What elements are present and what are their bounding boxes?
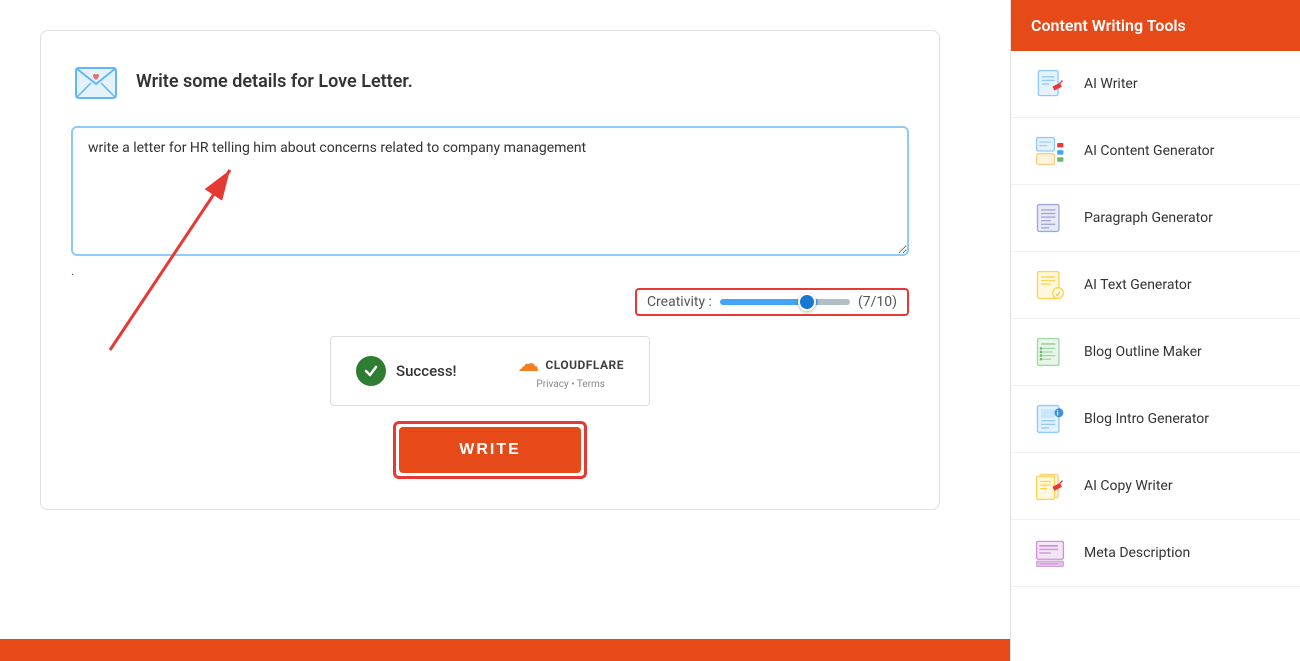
- cloudflare-logo: ☁ CLOUDFLARE: [517, 352, 624, 377]
- cloudflare-cloud-icon: ☁: [517, 352, 539, 377]
- captcha-box: Success! ☁ CLOUDFLARE Privacy • Terms: [330, 336, 650, 406]
- success-text: Success!: [396, 362, 457, 380]
- cf-separator: •: [571, 379, 574, 390]
- sidebar-item-blog-intro-generator[interactable]: i Blog Intro Generator: [1011, 386, 1300, 453]
- dot-label: .: [71, 264, 909, 278]
- sidebar-item-label-ai-text-generator: AI Text Generator: [1084, 277, 1192, 293]
- captcha-row: Success! ☁ CLOUDFLARE Privacy • Terms: [71, 336, 909, 406]
- write-button[interactable]: WRITE: [399, 427, 581, 473]
- main-content: Write some details for Love Letter. writ…: [0, 0, 1010, 661]
- sidebar-item-label-ai-copy-writer: AI Copy Writer: [1084, 478, 1173, 494]
- sidebar-item-ai-copy-writer[interactable]: AI Copy Writer: [1011, 453, 1300, 520]
- write-button-wrapper: WRITE: [393, 421, 587, 479]
- creativity-row: Creativity : (7/10): [71, 288, 909, 316]
- write-button-row: WRITE: [71, 421, 909, 479]
- sidebar-item-blog-outline-maker[interactable]: Blog Outline Maker: [1011, 319, 1300, 386]
- bottom-orange-bar: [0, 639, 1010, 661]
- sidebar-item-label-blog-intro-generator: Blog Intro Generator: [1084, 411, 1209, 427]
- sidebar-item-label-ai-content-generator: AI Content Generator: [1084, 143, 1214, 159]
- svg-text:i: i: [1057, 408, 1059, 417]
- cf-links: Privacy • Terms: [536, 379, 605, 390]
- ai-writer-icon: [1031, 65, 1069, 103]
- sidebar-item-ai-text-generator[interactable]: ✓ AI Text Generator: [1011, 252, 1300, 319]
- card-header: Write some details for Love Letter.: [71, 56, 909, 106]
- success-check: Success!: [356, 356, 457, 386]
- cloudflare-text: CLOUDFLARE: [545, 358, 624, 372]
- sidebar-item-label-ai-writer: AI Writer: [1084, 76, 1138, 92]
- meta-description-icon: [1031, 534, 1069, 572]
- creativity-text: Creativity :: [647, 294, 712, 310]
- cloudflare-branding: ☁ CLOUDFLARE Privacy • Terms: [517, 352, 624, 390]
- sidebar-item-meta-description[interactable]: Meta Description: [1011, 520, 1300, 587]
- sidebar-header: Content Writing Tools: [1011, 0, 1300, 51]
- sidebar-item-label-blog-outline-maker: Blog Outline Maker: [1084, 344, 1202, 360]
- svg-text:✓: ✓: [1055, 290, 1061, 299]
- creativity-slider[interactable]: [720, 299, 850, 305]
- sidebar-item-label-meta-description: Meta Description: [1084, 545, 1190, 561]
- sidebar-item-ai-writer[interactable]: AI Writer: [1011, 51, 1300, 118]
- blog-outline-maker-icon: [1031, 333, 1069, 371]
- creativity-label-box: Creativity : (7/10): [635, 288, 909, 316]
- card-title: Write some details for Love Letter.: [136, 71, 413, 92]
- ai-text-generator-icon: ✓: [1031, 266, 1069, 304]
- sidebar: Content Writing Tools AI Writer: [1010, 0, 1300, 661]
- envelope-icon: [71, 56, 121, 106]
- ai-content-generator-icon: [1031, 132, 1069, 170]
- creativity-value: (7/10): [858, 294, 897, 310]
- sidebar-item-ai-content-generator[interactable]: AI Content Generator: [1011, 118, 1300, 185]
- blog-intro-generator-icon: i: [1031, 400, 1069, 438]
- paragraph-generator-icon: [1031, 199, 1069, 237]
- sidebar-item-paragraph-generator[interactable]: Paragraph Generator: [1011, 185, 1300, 252]
- details-textarea[interactable]: write a letter for HR telling him about …: [71, 126, 909, 256]
- sidebar-item-label-paragraph-generator: Paragraph Generator: [1084, 210, 1213, 226]
- love-letter-card: Write some details for Love Letter. writ…: [40, 30, 940, 510]
- check-circle-icon: [356, 356, 386, 386]
- ai-copy-writer-icon: [1031, 467, 1069, 505]
- cf-terms-link[interactable]: Terms: [577, 379, 605, 390]
- cf-privacy-link[interactable]: Privacy: [536, 379, 568, 390]
